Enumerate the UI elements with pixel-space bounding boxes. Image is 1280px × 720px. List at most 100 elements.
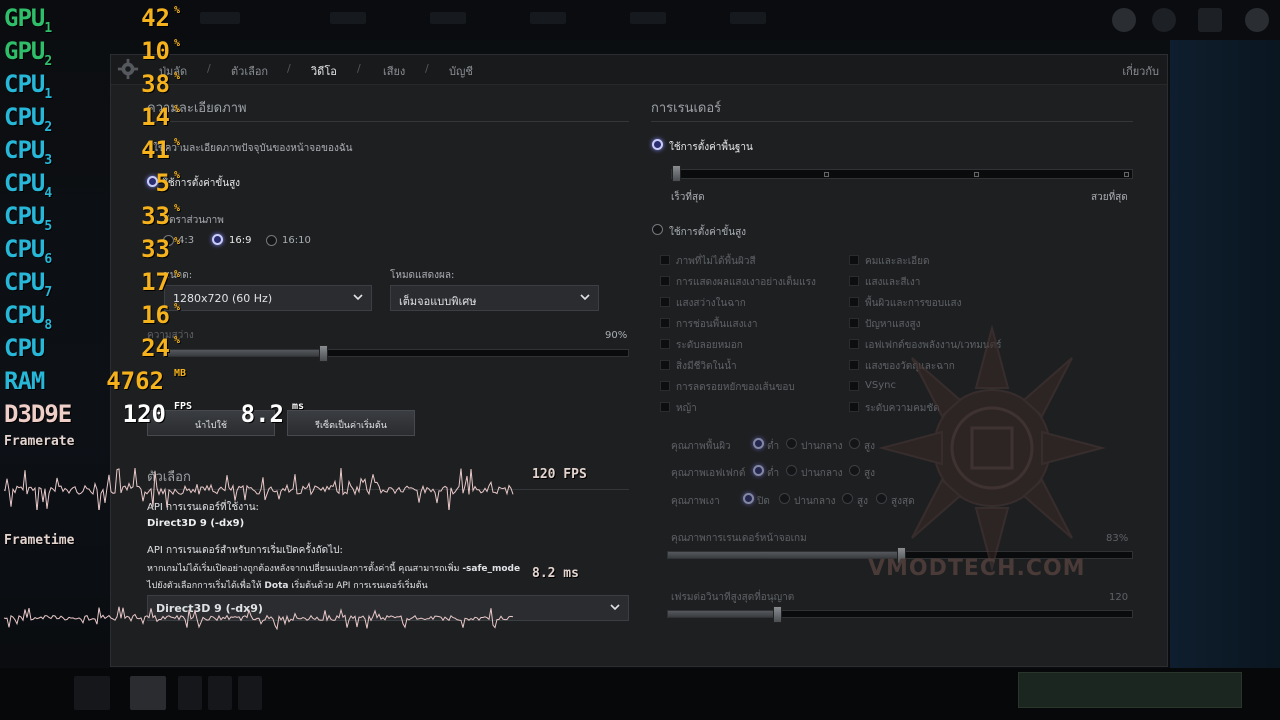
slider-tick [974,172,979,177]
bottom-ghost-item[interactable] [238,676,262,710]
osd-metric-name: CPU8 [4,301,52,333]
osd-row-d3d: D3D9E 120 FPS 8.2 ms [4,400,334,430]
effects-high-radio[interactable] [849,465,860,476]
use-advanced-rendering-radio[interactable] [652,224,663,235]
osd-metric-name: CPU5 [4,202,52,234]
use-advanced-rendering-label[interactable]: ใช้การตั้งค่าขั้นสูง [669,225,746,240]
max-fps-slider[interactable] [667,606,1133,623]
brightness-thumb[interactable] [319,345,328,362]
advanced-option-checkbox[interactable] [660,297,670,307]
nav-ghost-item[interactable] [330,12,366,24]
texture-mid-label[interactable]: ปานกลาง [801,439,842,454]
osd-metric-unit: % [174,302,181,313]
osd-metric-name: CPU1 [4,70,52,102]
osd-metric-value: 33 [141,235,170,263]
texture-low-radio[interactable] [753,438,764,449]
render-api-value: Direct3D 9 (-dx9) [147,518,245,529]
settings-icon[interactable] [1198,8,1222,32]
tab-separator: / [207,62,211,75]
advanced-option-checkbox[interactable] [660,276,670,286]
advanced-option-checkbox[interactable] [660,402,670,412]
effects-mid-radio[interactable] [786,465,797,476]
advanced-option-checkbox[interactable] [849,318,859,328]
bottom-ghost-item[interactable] [208,676,232,710]
play-dota-button[interactable] [1018,672,1242,708]
tab-account[interactable]: บัญชี [449,62,473,80]
profile-icon[interactable] [1112,8,1136,32]
chevron-down-icon [580,294,590,301]
osd-metric-unit: % [174,38,181,49]
shadow-off-label[interactable]: ปิด [757,494,770,509]
tab-video[interactable]: วิดีโอ [311,62,337,80]
advanced-option-checkbox[interactable] [849,339,859,349]
nav-ghost-item[interactable] [730,12,766,24]
aspect-16-9-radio[interactable] [212,234,223,245]
framerate-line [4,467,514,510]
nav-ghost-item[interactable] [200,12,240,24]
effects-low-radio[interactable] [753,465,764,476]
nav-ghost-item[interactable] [530,12,566,24]
advanced-option-checkbox[interactable] [849,255,859,265]
advanced-option-checkbox[interactable] [660,255,670,265]
effects-low-label[interactable]: ต่ำ [767,466,779,481]
advanced-option-checkbox[interactable] [849,402,859,412]
quality-preset-slider[interactable] [671,165,1133,182]
advanced-option-label[interactable]: คมและละเอียด [865,254,930,269]
bottom-ghost-item[interactable] [130,676,166,710]
effects-mid-label[interactable]: ปานกลาง [801,466,842,481]
advanced-option-checkbox[interactable] [849,297,859,307]
quality-preset-thumb[interactable] [672,165,681,182]
osd-metric-index: 7 [44,284,52,300]
texture-mid-radio[interactable] [786,438,797,449]
nav-ghost-item[interactable] [430,12,466,24]
divider [147,121,629,122]
advanced-option-label[interactable]: แสงสว่างในฉาก [676,296,746,311]
shadow-high-label[interactable]: สูง [857,494,868,509]
use-basic-label[interactable]: ใช้การตั้งค่าพื้นฐาน [669,140,753,155]
advanced-option-checkbox[interactable] [660,339,670,349]
friends-icon[interactable] [1152,8,1176,32]
safe-mode-note-line1: หากเกมไม่ได้เริ่มเปิดอย่างถูกต้องหลังจาก… [147,561,520,575]
advanced-option-checkbox[interactable] [660,318,670,328]
aspect-16-10-radio[interactable] [266,235,277,246]
advanced-option-label[interactable]: ระดับลอยหมอก [676,338,743,353]
safe-mode-flag: -safe_mode [462,564,521,574]
shadow-mid-label[interactable]: ปานกลาง [794,494,835,509]
advanced-option-label[interactable]: หญ้า [676,401,697,416]
advanced-option-label[interactable]: การลดรอยหยักของเส้นขอบ [676,380,795,395]
use-basic-radio[interactable] [652,139,663,150]
nav-ghost-item[interactable] [630,12,666,24]
advanced-option-checkbox[interactable] [849,381,859,391]
graph-ms-label: 8.2 ms [532,566,579,581]
tab-separator: / [425,62,429,75]
max-fps-thumb[interactable] [773,606,782,623]
tab-audio[interactable]: เสียง [383,62,405,80]
tab-options[interactable]: ตัวเลือก [231,62,268,80]
chevron-down-icon [610,604,620,611]
texture-low-label[interactable]: ต่ำ [767,439,779,454]
aspect-16-10-label[interactable]: 16:10 [282,235,311,246]
texture-high-radio[interactable] [849,438,860,449]
osd-metric-value: 4762 [106,367,164,395]
aspect-16-9-label[interactable]: 16:9 [229,235,251,246]
tab-about[interactable]: เกี่ยวกับ [1122,62,1159,80]
display-mode-dropdown[interactable]: เต็มจอแบบพิเศษ [390,285,599,311]
osd-metric-name: GPU1 [4,4,52,36]
avatar[interactable] [1245,8,1269,32]
advanced-option-label[interactable]: ภาพที่ไม่ได้พื้นผิวสี [676,254,756,269]
advanced-option-label[interactable]: การแสดงผลแสงเงาอย่างเต็มแรง [676,275,816,290]
shadow-mid-radio[interactable] [779,493,790,504]
bottom-ghost-item[interactable] [178,676,202,710]
brightness-slider[interactable] [163,345,629,362]
shadow-high-radio[interactable] [842,493,853,504]
advanced-option-checkbox[interactable] [849,360,859,370]
bottom-ghost-item[interactable] [74,676,110,710]
advanced-option-checkbox[interactable] [660,381,670,391]
shadow-off-radio[interactable] [743,493,754,504]
advanced-option-checkbox[interactable] [849,276,859,286]
advanced-option-label[interactable]: สิ่งมีชีวิตในน้ำ [676,359,737,374]
advanced-option-label[interactable]: พื้นผิวและการขอบแสง [865,296,962,311]
advanced-option-checkbox[interactable] [660,360,670,370]
advanced-option-label[interactable]: การช่อนพื้นแสงเงา [676,317,757,332]
advanced-option-label[interactable]: แสงและสีเงา [865,275,920,290]
